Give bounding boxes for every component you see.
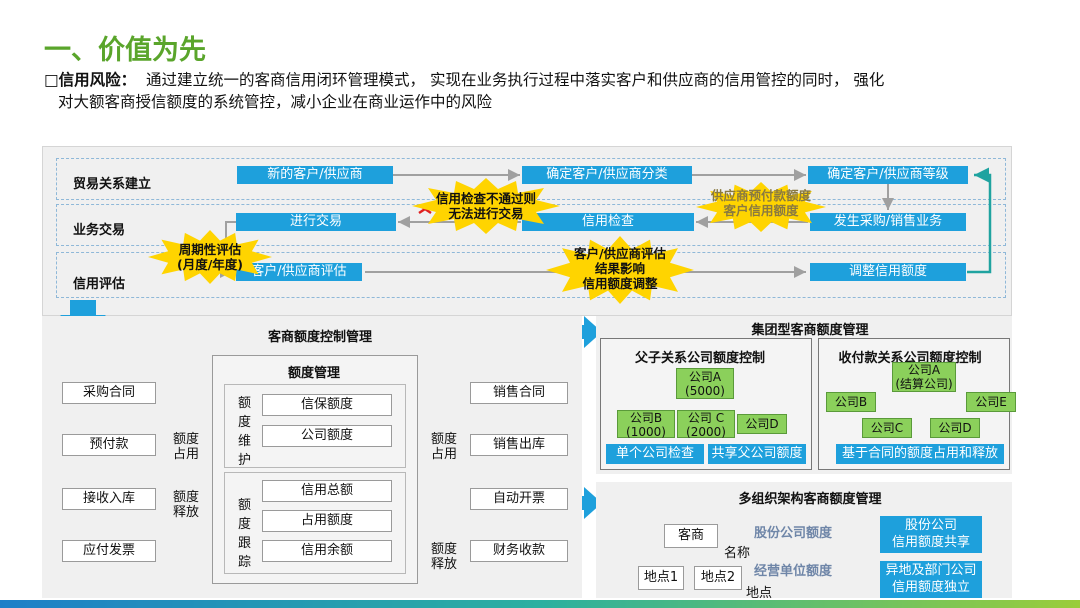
company-c-label: 公司 C xyxy=(687,411,725,425)
auto-invoicing: 自动开票 xyxy=(470,488,568,510)
company-b-node: 公司B (1000) xyxy=(617,410,675,439)
box-adjust-credit: 调整信用额度 xyxy=(810,263,966,281)
parent-child-title: 父子关系公司额度控制 xyxy=(634,351,765,366)
total-credit: 信用总额 xyxy=(262,480,392,502)
company-b-value: (1000) xyxy=(626,425,666,439)
star-text-check-fail: 信用检查不通过则 无法进行交易 xyxy=(412,191,560,221)
site-2-node: 地点2 xyxy=(694,566,742,590)
payable-invoice: 应付发票 xyxy=(62,540,156,562)
limit-maint-label: 额度维护 xyxy=(238,396,252,468)
star-line: 信用额度调整 xyxy=(582,276,658,291)
company-c-node: 公司 C (2000) xyxy=(677,410,735,439)
star-line: 供应商预付款额度 xyxy=(710,188,811,203)
independent-credit-box: 异地及部门公司 信用额度独立 xyxy=(880,561,982,598)
shared-credit-box: 股份公司 信用额度共享 xyxy=(880,516,982,553)
credit-balance: 信用余额 xyxy=(262,540,392,562)
company-a-node: 公司A (5000) xyxy=(676,368,734,399)
finance-collection: 财务收款 xyxy=(470,540,568,562)
multi-org-title: 多组织架构客商额度管理 xyxy=(738,492,882,507)
company-limit: 公司额度 xyxy=(262,425,392,447)
company-a-value: (5000) xyxy=(685,384,725,398)
limit-mgmt-title: 额度管理 xyxy=(287,366,340,381)
single-company-check: 单个公司检查 xyxy=(606,444,704,464)
box-purchase-sales: 发生采购/销售业务 xyxy=(810,213,966,231)
site-label: 地点 xyxy=(746,586,773,601)
rp-company-e-node: 公司E xyxy=(966,392,1016,412)
prepayment: 预付款 xyxy=(62,434,156,456)
footer-gradient-bar xyxy=(0,600,1080,608)
star-text-periodic: 周期性评估 (月度/年度) xyxy=(148,242,272,272)
limit-track-label: 额度跟踪 xyxy=(238,498,252,570)
p-limit-occupy: 额度 占用 xyxy=(172,432,199,462)
star-text-credit-limit: 供应商预付款额度 客户信用额度 xyxy=(696,188,826,218)
star-line: 无法进行交易 xyxy=(448,206,524,221)
star-line: 客户信用额度 xyxy=(723,203,799,218)
credit-insurance-limit: 信保额度 xyxy=(262,394,392,416)
merchant-node: 客商 xyxy=(664,524,718,548)
s-limit-release: 额度 释放 xyxy=(430,542,457,572)
share-company-limit-label: 股份公司额度 xyxy=(754,526,833,541)
s-limit-occupy: 额度 占用 xyxy=(430,432,457,462)
purchase-contract: 采购合同 xyxy=(62,382,156,404)
rp-company-b-node: 公司B xyxy=(826,392,876,412)
star-text-evaluation: 客户/供应商评估 结果影响 信用额度调整 xyxy=(546,246,694,291)
site-1-node: 地点1 xyxy=(638,566,684,590)
company-d-node: 公司D xyxy=(737,414,787,434)
star-line: 客户/供应商评估 xyxy=(573,246,667,261)
box-merchant-grade: 确定客户/供应商等级 xyxy=(808,166,968,184)
star-line: 周期性评估 xyxy=(178,242,242,257)
rp-company-a-sub: (结算公司) xyxy=(895,377,953,391)
occupied-limit: 占用额度 xyxy=(262,510,392,532)
name-label: 名称 xyxy=(724,546,751,561)
rp-company-c-node: 公司C xyxy=(862,418,912,438)
group-limit-title: 集团型客商额度管理 xyxy=(751,323,869,338)
sales-outbound: 销售出库 xyxy=(470,434,568,456)
star-line: 信用检查不通过则 xyxy=(435,191,536,206)
goods-receipt: 接收入库 xyxy=(62,488,156,510)
share-parent-limit: 共享父公司额度 xyxy=(708,444,806,464)
company-c-value: (2000) xyxy=(686,425,726,439)
rp-company-a-label: 公司A xyxy=(907,363,941,377)
star-line: 结果影响 xyxy=(594,261,645,276)
rp-company-a-node: 公司A (结算公司) xyxy=(892,362,956,392)
star-line: (月度/年度) xyxy=(177,257,243,272)
p-limit-release: 额度 释放 xyxy=(172,490,199,520)
box-do-trade: 进行交易 xyxy=(236,213,396,231)
box-new-merchant: 新的客户/供应商 xyxy=(237,166,393,184)
merchant-limit-title: 客商额度控制管理 xyxy=(267,330,372,345)
unit-limit-label: 经营单位额度 xyxy=(754,564,833,579)
sales-contract: 销售合同 xyxy=(470,382,568,404)
company-a-label: 公司A xyxy=(688,370,722,384)
contract-based-limit: 基于合同的额度占用和释放 xyxy=(836,444,1004,464)
company-b-label: 公司B xyxy=(629,411,663,425)
rp-company-d-node: 公司D xyxy=(930,418,980,438)
